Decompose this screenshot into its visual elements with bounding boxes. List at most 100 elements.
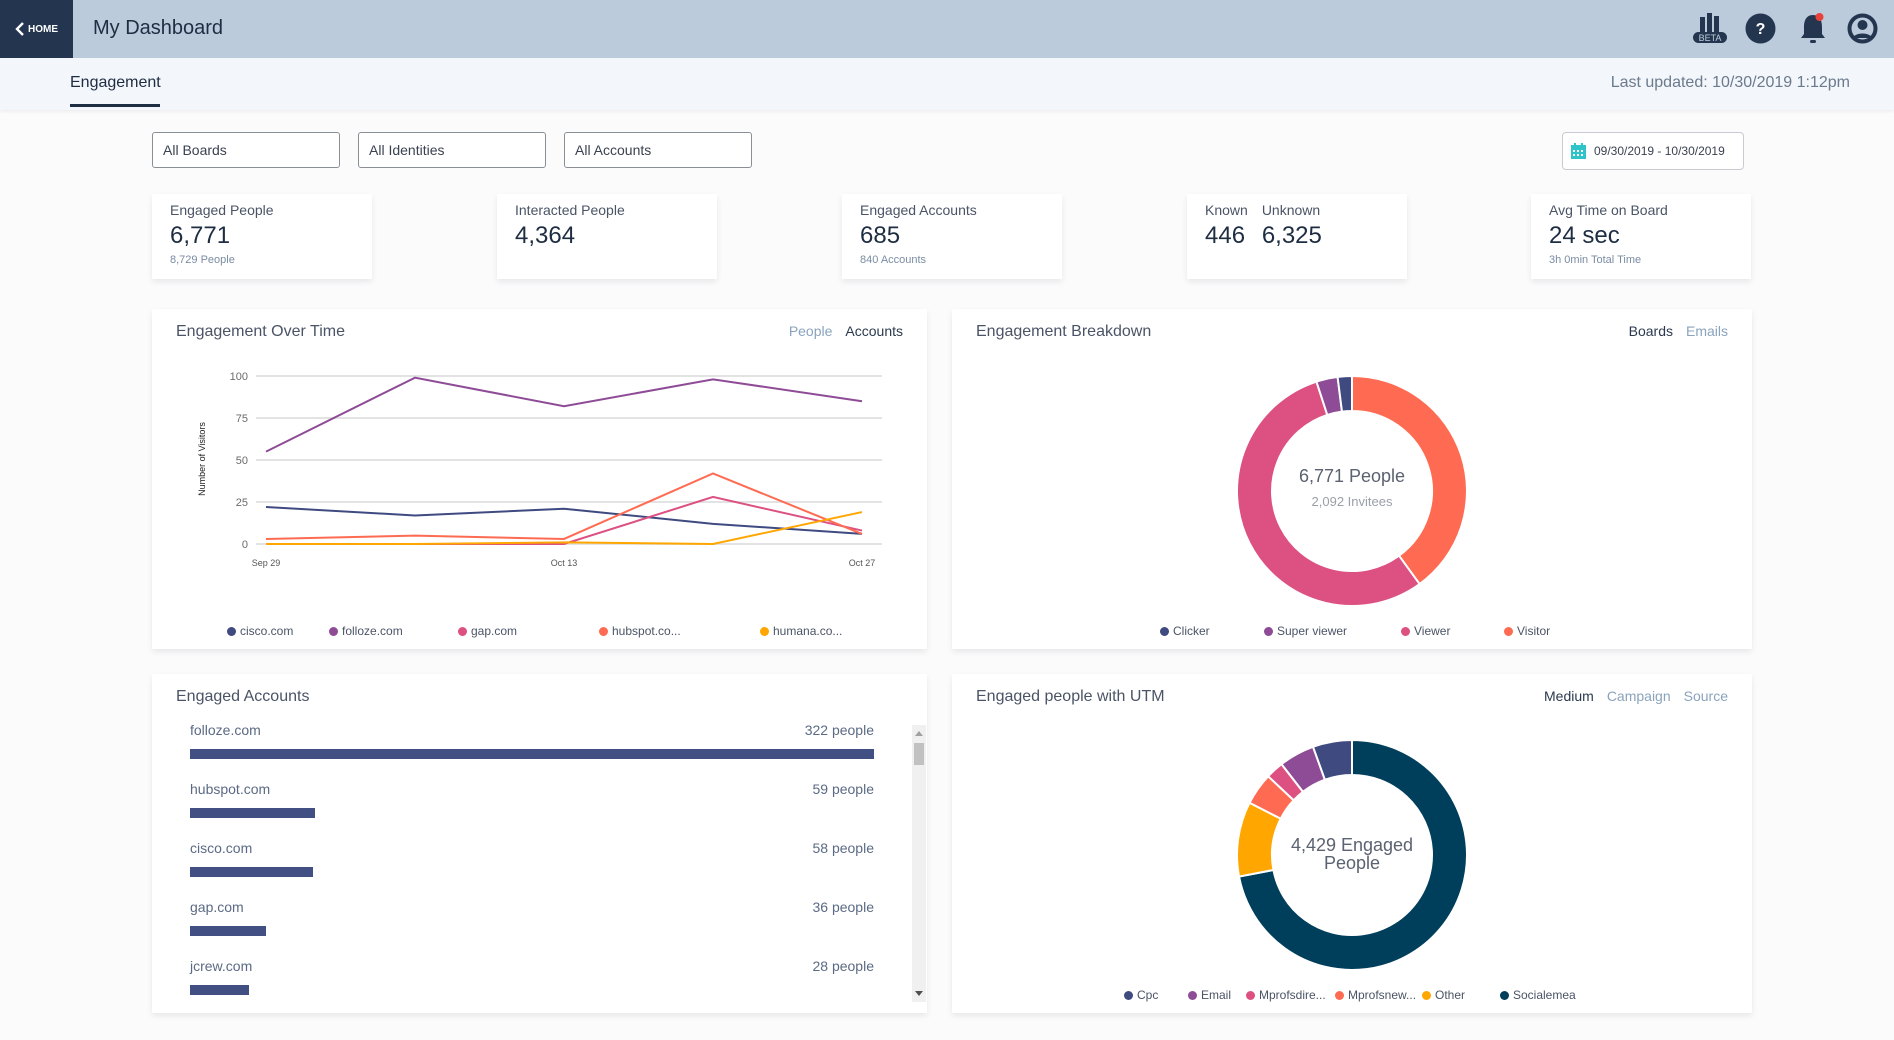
legend-item[interactable]: Socialemea — [1500, 988, 1576, 1002]
legend-label: Mprofsdire... — [1259, 988, 1326, 1002]
legend-label: humana.co... — [773, 624, 843, 638]
help-icon[interactable]: ? — [1745, 13, 1776, 44]
card-sub-value: 8,729 — [170, 254, 198, 266]
legend-item[interactable]: Visitor — [1504, 624, 1550, 638]
legend-item[interactable]: Email — [1188, 988, 1231, 1002]
home-button[interactable]: HOME — [0, 0, 73, 58]
home-label: HOME — [28, 23, 58, 35]
legend-item[interactable]: Cpc — [1124, 988, 1158, 1002]
account-count: 58 people — [812, 840, 874, 856]
legend-item[interactable]: Mprofsnew... — [1335, 988, 1416, 1002]
account-name[interactable]: hubspot.com — [190, 781, 270, 797]
card-value: 685 — [860, 222, 901, 249]
card-value: 4,364 — [515, 222, 576, 249]
y-tick-label: 0 — [242, 539, 248, 551]
account-name[interactable]: jcrew.com — [190, 958, 252, 974]
date-range-value: 09/30/2019 - 10/30/2019 — [1594, 144, 1725, 158]
legend-label: Clicker — [1173, 624, 1210, 638]
card-value: 24 sec — [1549, 222, 1620, 249]
legend-dot — [1422, 990, 1431, 1000]
interacted-people-card: Interacted People 4,364 — [497, 194, 717, 279]
account-row[interactable]: hubspot.com 59 people — [190, 781, 874, 821]
account-bar — [190, 926, 267, 936]
account-row[interactable]: jcrew.com 28 people — [190, 958, 874, 998]
legend-item[interactable]: folloze.com — [329, 624, 403, 638]
legend-item[interactable]: hubspot.co... — [599, 624, 681, 638]
y-tick-label: 75 — [236, 413, 248, 425]
engaged-people-card: Engaged People 6,771 8,729 People — [152, 194, 372, 279]
legend-item[interactable]: Viewer — [1401, 624, 1450, 638]
y-tick-label: 100 — [230, 371, 248, 383]
scroll-down-arrow-icon[interactable] — [915, 991, 923, 996]
legend-dot — [1246, 990, 1255, 1000]
legend-label: folloze.com — [342, 624, 403, 638]
legend-item[interactable]: gap.com — [458, 624, 517, 638]
panel-title: Engaged Accounts — [176, 688, 310, 705]
engaged-accounts-card: Engaged Accounts 685 840 Accounts — [842, 194, 1062, 279]
y-tick-label: 25 — [236, 497, 248, 509]
date-range-picker[interactable]: 09/30/2019 - 10/30/2019 — [1562, 132, 1744, 170]
tab-engagement[interactable]: Engagement — [70, 74, 161, 92]
account-name[interactable]: cisco.com — [190, 840, 252, 856]
account-count: 28 people — [812, 958, 874, 974]
scroll-thumb[interactable] — [914, 743, 924, 765]
chevron-left-icon — [15, 22, 24, 36]
series-line-follozecom[interactable] — [265, 376, 863, 453]
beta-label: BETA — [1699, 33, 1722, 43]
card-label: Interacted People — [515, 202, 625, 218]
known-value: 446 — [1205, 222, 1246, 249]
identities-filter[interactable]: All Identities — [358, 132, 546, 168]
legend-item[interactable]: Other — [1422, 988, 1465, 1002]
y-axis-label: Number of Visitors — [197, 422, 207, 496]
card-label: Avg Time on Board — [1549, 202, 1668, 218]
card-value: 6,771 — [170, 222, 231, 249]
beta-analytics-icon[interactable]: BETA — [1690, 13, 1730, 45]
legend-label: hubspot.co... — [612, 624, 681, 638]
calendar-icon — [1571, 143, 1586, 159]
notification-bell-icon[interactable] — [1798, 12, 1828, 46]
boards-filter[interactable]: All Boards — [152, 132, 340, 168]
card-sub-label: People — [200, 254, 235, 266]
account-row[interactable]: gap.com 36 people — [190, 899, 874, 939]
legend-item[interactable]: humana.co... — [760, 624, 842, 638]
legend-item[interactable]: Clicker — [1160, 624, 1210, 638]
accounts-filter[interactable]: All Accounts — [564, 132, 752, 168]
engagement-breakdown-panel: Engagement Breakdown Boards Emails 6,771… — [952, 309, 1752, 649]
unknown-label: Unknown — [1261, 202, 1321, 218]
top-bar: HOME My Dashboard BETA ? — [0, 0, 1894, 58]
page-title: My Dashboard — [93, 17, 224, 39]
accounts-scrollbar[interactable] — [912, 725, 926, 1002]
donut-center-sub: 2,092 Invitees — [1311, 494, 1393, 509]
legend-item[interactable]: Mprofsdire... — [1246, 988, 1326, 1002]
scroll-up-arrow-icon[interactable] — [915, 731, 923, 736]
last-updated: Last updated: 10/30/2019 1:12pm — [1610, 74, 1850, 91]
card-sub-value: 840 — [860, 254, 879, 266]
series-line-hubspotco[interactable] — [265, 472, 863, 540]
engagement-line-chart: 0 25 50 75 100 Sep 29 Oct 13 Oct 27 Number of Vi… — [197, 371, 882, 568]
donut-center-main: 4,429 Engaged People — [1252, 836, 1452, 872]
utm-panel: Engaged people with UTM Medium Campaign … — [952, 674, 1752, 1013]
account-row[interactable]: folloze.com 322 people — [190, 722, 874, 762]
donut-center-line2: People — [1323, 853, 1381, 873]
legend-dot — [329, 626, 338, 636]
user-account-icon[interactable] — [1847, 13, 1878, 44]
account-name[interactable]: gap.com — [190, 899, 244, 915]
legend-item[interactable]: cisco.com — [227, 624, 293, 638]
account-name[interactable]: folloze.com — [190, 722, 261, 738]
account-bar — [190, 867, 314, 877]
known-label: Known — [1205, 202, 1248, 218]
legend-label: Email — [1201, 988, 1232, 1002]
card-sub-label: Total Time — [1591, 254, 1642, 266]
account-bar — [190, 808, 316, 818]
x-tick-label: Oct 27 — [849, 558, 876, 568]
legend-label: Cpc — [1137, 988, 1159, 1002]
account-row[interactable]: cisco.com 58 people — [190, 840, 874, 880]
legend-item[interactable]: Super viewer — [1264, 624, 1347, 638]
card-sub-value: 3h 0min — [1549, 254, 1589, 266]
legend-label: gap.com — [471, 624, 518, 638]
legend-dot — [599, 626, 608, 636]
x-tick-label: Sep 29 — [252, 558, 281, 568]
legend-dot — [458, 626, 467, 636]
account-count: 322 people — [804, 722, 874, 738]
legend-dot — [1500, 990, 1509, 1000]
